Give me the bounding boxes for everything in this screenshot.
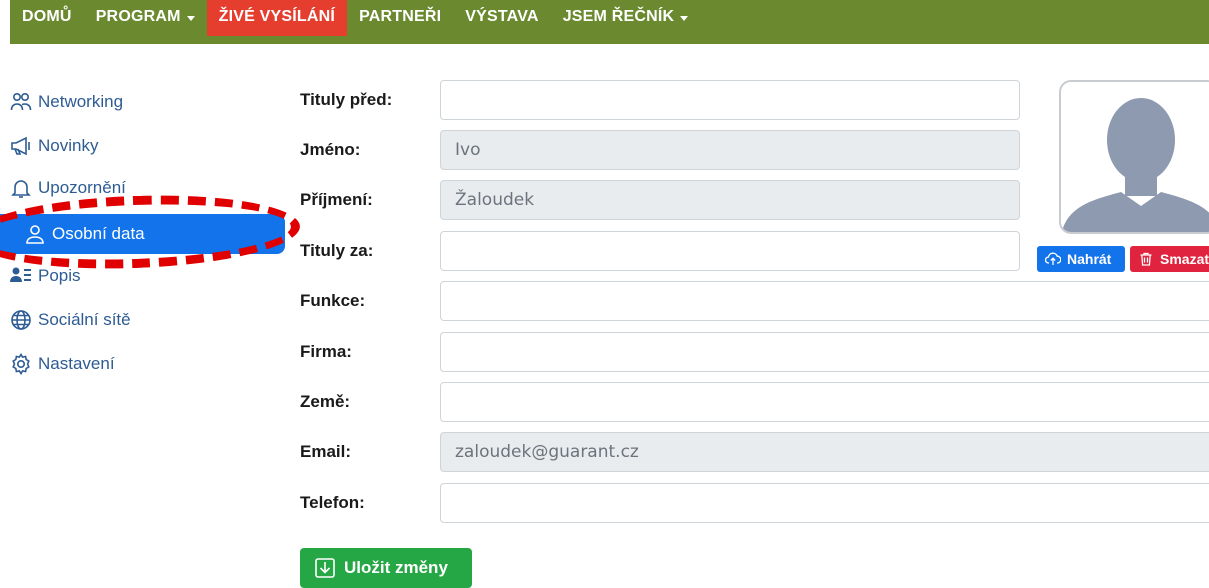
bell-icon	[10, 177, 32, 199]
field-label: Email:	[300, 442, 352, 461]
field-label: Firma:	[300, 342, 352, 361]
nav-exhibition[interactable]: VÝSTAVA	[453, 0, 550, 36]
titles-after-input[interactable]	[440, 231, 1020, 271]
nav-exhibition-label: VÝSTAVA	[465, 8, 539, 25]
megaphone-icon	[10, 135, 32, 157]
nav-live-label: ŽIVÉ VYSÍLÁNÍ	[218, 8, 336, 25]
upload-photo-label: Nahrát	[1067, 251, 1112, 267]
form-row-titles-before: Tituly před:	[300, 80, 1020, 120]
save-changes-label: Uložit změny	[344, 558, 448, 577]
first-name-input[interactable]: Ivo	[440, 130, 1020, 170]
sidebar-item-label: Networking	[38, 92, 124, 111]
position-input[interactable]	[440, 281, 1209, 321]
form-row-last-name: Příjmení: Žaloudek	[300, 180, 1020, 220]
form-row-first-name: Jméno: Ivo	[300, 130, 1020, 170]
country-input[interactable]	[440, 382, 1209, 422]
form-row-titles-after: Tituly za:	[300, 231, 1020, 271]
globe-icon	[10, 309, 32, 331]
trash-icon	[1138, 251, 1154, 267]
sidebar-item-label: Upozornění	[38, 178, 126, 197]
field-label: Tituly za:	[300, 241, 374, 260]
caret-down-icon	[680, 16, 689, 21]
sidebar-item-label: Nastavení	[38, 354, 115, 373]
form-row-country: Země:	[300, 382, 1209, 422]
phone-input[interactable]	[440, 483, 1209, 523]
caret-down-icon	[186, 16, 195, 21]
sidebar-item-news[interactable]: Novinky	[10, 126, 98, 166]
nav-program-label: PROGRAM	[95, 8, 181, 25]
field-label: Příjmení:	[300, 190, 373, 209]
cloud-upload-icon	[1044, 251, 1062, 267]
gear-icon	[10, 353, 32, 375]
person-lines-icon	[10, 265, 32, 287]
field-label: Tituly před:	[300, 90, 393, 109]
delete-photo-button[interactable]: Smazat	[1130, 246, 1209, 272]
profile-photo[interactable]	[1059, 80, 1209, 234]
sidebar-item-label: Novinky	[38, 136, 99, 155]
sidebar-item-settings[interactable]: Nastavení	[10, 344, 115, 384]
form-row-email: Email: zaloudek@guarant.cz	[300, 432, 1209, 472]
nav-home-label: DOMŮ	[22, 8, 72, 25]
nav-partners[interactable]: PARTNEŘI	[347, 0, 453, 36]
save-changes-button[interactable]: Uložit změny	[300, 548, 472, 588]
last-name-input[interactable]: Žaloudek	[440, 180, 1020, 220]
sidebar-item-label: Popis	[38, 266, 81, 285]
upload-photo-button[interactable]: Nahrát	[1037, 246, 1125, 272]
nav-program[interactable]: PROGRAM	[84, 0, 207, 36]
form-row-company: Firma:	[300, 332, 1209, 372]
main-navigation: DOMŮ PROGRAM ŽIVÉ VYSÍLÁNÍ PARTNEŘI VÝST…	[10, 0, 1209, 44]
avatar-silhouette-icon	[1062, 98, 1209, 232]
sidebar-item-networking[interactable]: Networking	[10, 82, 123, 122]
people-icon	[10, 91, 32, 113]
email-input[interactable]: zaloudek@guarant.cz	[440, 432, 1209, 472]
download-box-icon	[314, 557, 336, 579]
form-row-phone: Telefon:	[300, 483, 1209, 523]
nav-live-broadcast[interactable]: ŽIVÉ VYSÍLÁNÍ	[206, 0, 348, 36]
company-input[interactable]	[440, 332, 1209, 372]
delete-photo-label: Smazat	[1160, 251, 1209, 267]
nav-partners-label: PARTNEŘI	[359, 8, 442, 25]
field-label: Země:	[300, 392, 351, 411]
nav-speaker[interactable]: JSEM ŘEČNÍK	[551, 0, 701, 36]
sidebar-item-label: Sociální sítě	[38, 310, 131, 329]
field-label: Jméno:	[300, 140, 361, 159]
nav-speaker-label: JSEM ŘEČNÍK	[562, 8, 675, 25]
field-label: Telefon:	[300, 493, 365, 512]
titles-before-input[interactable]	[440, 80, 1020, 120]
sidebar-item-social-networks[interactable]: Sociální sítě	[10, 300, 131, 340]
form-row-position: Funkce:	[300, 281, 1209, 321]
field-label: Funkce:	[300, 291, 366, 310]
nav-home[interactable]: DOMŮ	[10, 0, 84, 36]
